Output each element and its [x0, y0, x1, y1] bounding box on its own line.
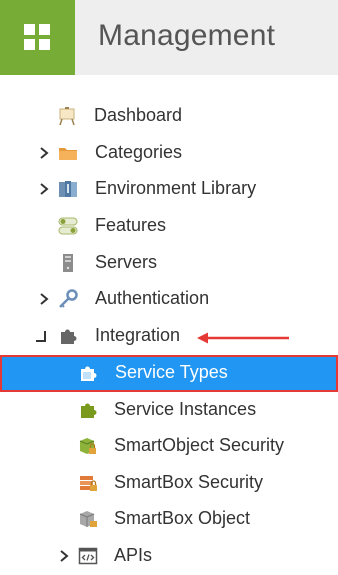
key-icon [59, 289, 78, 308]
tree-item-label: Environment Library [95, 178, 257, 198]
tree-item-label: Dashboard [94, 105, 183, 125]
smartobject-lock-icon [79, 438, 96, 454]
app-launcher-button[interactable] [0, 0, 75, 75]
tree-item-service-instances[interactable]: Service Instances [0, 392, 338, 428]
toggles-icon [58, 217, 78, 235]
tree-item-authentication[interactable]: Authentication [0, 281, 338, 317]
puzzle-blue-icon [81, 366, 97, 381]
annotation-arrow-icon [197, 332, 289, 344]
tree-item-label: SmartBox Security [114, 472, 264, 492]
tree-item-service-types[interactable]: Service Types [0, 355, 338, 392]
tree-item-environment-library[interactable]: Environment Library [0, 171, 338, 207]
puzzle-green-icon [81, 403, 97, 418]
easel-icon [59, 107, 75, 126]
tree-item-label: Features [95, 215, 167, 235]
tree-item-features[interactable]: Features [0, 208, 338, 244]
chevron-right-icon[interactable] [58, 549, 70, 563]
app-header: Management [0, 0, 338, 75]
smartbox-object-icon [79, 511, 97, 527]
tree-item-label: Servers [95, 252, 158, 272]
chevron-right-icon[interactable] [38, 146, 50, 160]
tree-item-label: Authentication [95, 288, 210, 308]
tree-item-label: SmartBox Object [114, 508, 251, 528]
tree-item-label: APIs [114, 545, 153, 565]
tree-item-label: Categories [95, 142, 183, 162]
chevron-right-icon[interactable] [38, 292, 50, 306]
tree-item-smartbox-object[interactable]: SmartBox Object [0, 501, 338, 537]
tree-item-dashboard[interactable]: Dashboard [0, 98, 338, 134]
chevron-right-icon[interactable] [38, 182, 50, 196]
chevron-expanded-icon[interactable] [35, 329, 47, 343]
tree-item-label: Service Instances [114, 399, 257, 419]
server-icon [63, 254, 73, 272]
tree-item-servers[interactable]: Servers [0, 245, 338, 281]
tree-item-apis[interactable]: APIs [0, 538, 338, 574]
page-title: Management [98, 19, 276, 52]
tree-item-label: SmartObject Security [114, 435, 285, 455]
server-rack-icon [59, 181, 77, 197]
tiles-icon [24, 24, 50, 50]
folder-icon [59, 148, 77, 160]
smartbox-lock-icon [80, 476, 97, 491]
tree-item-label: Integration [95, 325, 181, 345]
code-window-icon [78, 547, 98, 565]
tree-item-label: Service Types [115, 362, 228, 382]
tree-item-categories[interactable]: Categories [0, 135, 338, 171]
puzzle-icon [61, 329, 77, 344]
tree-item-smartobject-security[interactable]: SmartObject Security [0, 428, 338, 464]
tree-item-smartbox-security[interactable]: SmartBox Security [0, 465, 338, 501]
